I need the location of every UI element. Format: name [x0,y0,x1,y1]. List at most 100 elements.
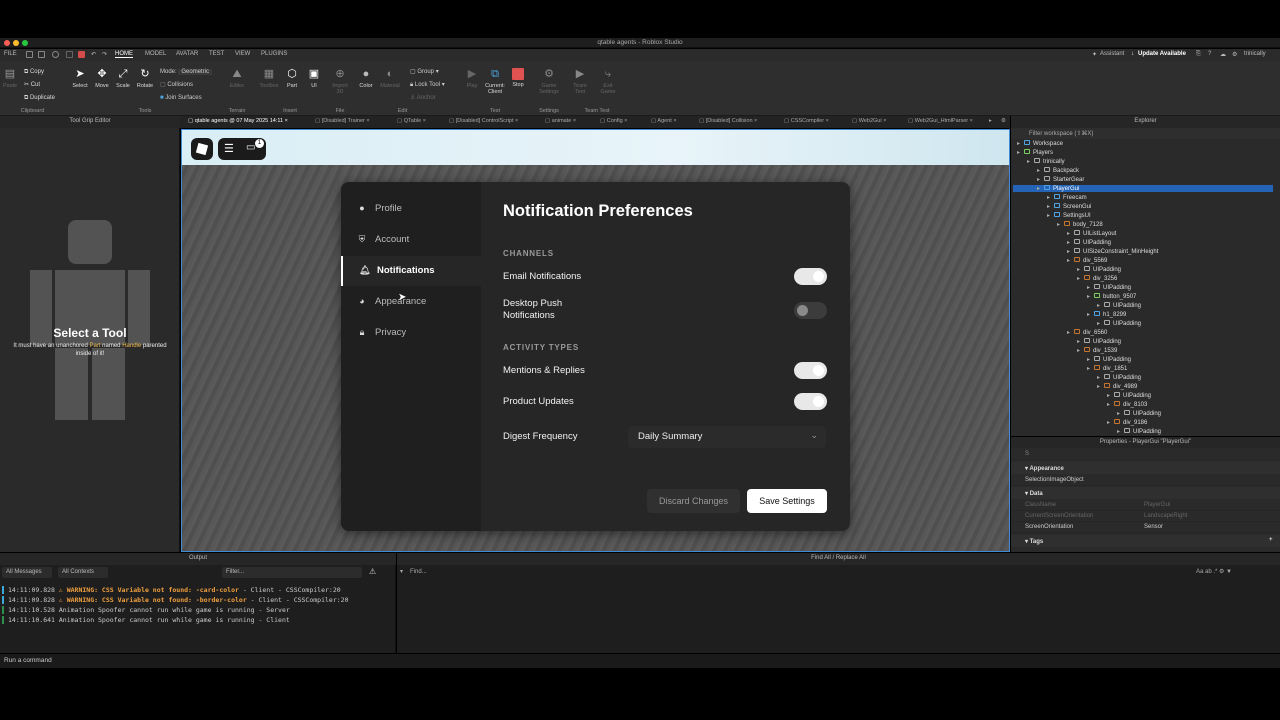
tab-scroll-right-icon[interactable]: ▸ [989,118,992,124]
user-name[interactable]: trinically [1244,51,1266,57]
expand-arrow-icon[interactable]: ▸ [1067,329,1074,336]
tab-qtable-agents[interactable]: ▢ qtable agents @ 07 May 2025 14:11 × [188,118,288,124]
stop-icon[interactable] [66,51,73,58]
part-button[interactable]: ⬡ Part [282,68,302,89]
props-group-tags[interactable]: ▾ Tags + [1011,535,1280,547]
current-client-button[interactable]: ⧉ Current: Client [482,68,508,95]
expand-arrow-icon[interactable]: ▸ [1017,149,1024,156]
expand-arrow-icon[interactable]: ▸ [1087,365,1094,372]
tab-agent[interactable]: ▢ Agent × [651,118,677,124]
nav-privacy[interactable]: 🔒︎ Privacy [341,318,481,348]
expand-arrow-icon[interactable]: ▸ [1037,185,1044,192]
cloud-icon[interactable]: ☁ [1220,51,1226,58]
digest-frequency-select[interactable]: Daily Summary ⌄ [628,426,826,448]
explorer-item[interactable]: ▸ div_5569 [1013,257,1273,264]
refresh-icon[interactable] [52,51,59,58]
redo-icon[interactable]: ↷ [102,51,107,58]
toolbox-button[interactable]: ▦ Toolbox [257,68,281,89]
props-group-appearance[interactable]: ▾ Appearance [1011,462,1280,474]
props-group-data[interactable]: ▾ Data [1011,487,1280,499]
explorer-filter-input[interactable]: Filter workspace (⇧⌘X) [1011,128,1280,139]
copy-button[interactable]: ⧉ Copy [24,66,55,79]
explorer-item[interactable]: ▸ UIPadding [1013,356,1273,363]
expand-arrow-icon[interactable]: ▸ [1047,194,1054,201]
expand-arrow-icon[interactable]: ▸ [1017,140,1024,147]
expand-replace-icon[interactable]: ▾ [400,568,403,575]
find-options-icons[interactable]: Aa ab .* ⚙ ▼ [1196,568,1232,575]
tab-qtable[interactable]: ▢ QTable × [397,118,426,124]
explorer-item[interactable]: ▸ UIPadding [1013,410,1273,417]
explorer-item[interactable]: ▸ body_7128 [1013,221,1273,228]
terrain-editor-button[interactable]: ⛰ Editor [226,68,248,89]
tab-web2gui-htmlparser[interactable]: ▢ Web2Gui_HtmlParser × [908,118,973,124]
command-bar-input[interactable]: Run a command [0,654,1280,668]
tab-web2gui[interactable]: ▢ Web2Gui × [852,118,886,124]
explorer-item[interactable]: ▸ ScreenGui [1013,203,1273,210]
find-input[interactable]: Find... [410,567,1190,578]
expand-arrow-icon[interactable]: ▸ [1037,176,1044,183]
play-button[interactable]: ▶ Play [462,68,482,89]
expand-arrow-icon[interactable]: ▸ [1097,374,1104,381]
expand-arrow-icon[interactable]: ▸ [1067,239,1074,246]
anchor-button[interactable]: ⚓︎ Anchor [410,92,445,105]
move-tool-button[interactable]: ✥ Move [92,68,112,89]
menu-plugins[interactable]: PLUGINS [261,51,287,57]
expand-arrow-icon[interactable]: ▸ [1067,230,1074,237]
new-file-icon[interactable] [26,51,33,58]
expand-arrow-icon[interactable]: ▸ [1117,428,1124,435]
explorer-item[interactable]: ▸ UIListLayout [1013,230,1273,237]
explorer-item[interactable]: ▸ StarterGear [1013,176,1273,183]
menu-model[interactable]: MODEL [145,51,166,57]
lock-tool-button[interactable]: 🔒︎ Lock Tool ▾ [410,79,445,92]
product-updates-toggle[interactable] [794,393,827,410]
explorer-item[interactable]: ▸ Players [1013,149,1273,156]
tab-animate[interactable]: ▢ animate × [545,118,576,124]
desktop-push-toggle[interactable] [794,302,827,319]
expand-arrow-icon[interactable]: ▸ [1037,167,1044,174]
undo-icon[interactable]: ↶ [91,51,96,58]
assistant-icon[interactable]: ✦ [1092,51,1097,58]
all-contexts-dropdown[interactable]: All Contexts [58,567,108,578]
explorer-item[interactable]: ▸ UISizeConstraint_MinHeight [1013,248,1273,255]
explorer-item[interactable]: ▸ button_9507 [1013,293,1273,300]
expand-arrow-icon[interactable]: ▸ [1047,203,1054,210]
exit-game-button[interactable]: ⤷ Exit Game [597,68,619,95]
expand-arrow-icon[interactable]: ▸ [1107,401,1114,408]
explorer-item[interactable]: ▸ Backpack [1013,167,1273,174]
collisions-toggle[interactable]: ▢ Collisions [160,79,212,92]
clear-output-icon[interactable]: ⚠ [369,567,376,576]
menu-view[interactable]: VIEW [235,51,250,57]
menu-test[interactable]: TEST [209,51,224,57]
explorer-item[interactable]: ▸ Freecam [1013,194,1273,201]
roblox-menu-button[interactable] [191,138,213,160]
explorer-item[interactable]: ▸ UIPadding [1013,392,1273,399]
update-available-button[interactable]: Update Available [1138,51,1186,57]
explorer-item[interactable]: ▸ div_1539 [1013,347,1273,354]
select-tool-button[interactable]: ➤ Select [70,68,90,89]
menu-home[interactable]: HOME [115,51,133,58]
join-surfaces-toggle[interactable]: ■ Join Surfaces [160,92,212,105]
expand-arrow-icon[interactable]: ▸ [1097,302,1104,309]
expand-arrow-icon[interactable]: ▸ [1107,392,1114,399]
menu-avatar[interactable]: AVATAR [176,51,198,57]
import-3d-button[interactable]: ⊕ Import 3D [329,68,351,95]
ui-button[interactable]: ▣ UI [304,68,324,89]
expand-arrow-icon[interactable]: ▸ [1097,383,1104,390]
expand-arrow-icon[interactable]: ▸ [1077,266,1084,273]
game-settings-button[interactable]: ⚙ Game Settings [537,68,561,95]
expand-arrow-icon[interactable]: ▸ [1087,356,1094,363]
tab-collision[interactable]: ▢ [Disabled] Collision × [699,118,757,124]
expand-arrow-icon[interactable]: ▸ [1087,293,1094,300]
expand-arrow-icon[interactable]: ▸ [1117,410,1124,417]
explorer-item[interactable]: ▸ div_1851 [1013,365,1273,372]
assistant-button[interactable]: Assistant [1100,51,1124,57]
help-icon[interactable]: ? [1208,51,1211,57]
share-icon[interactable]: ⎘ [1196,51,1201,58]
explorer-item[interactable]: ▸ UIPadding [1013,266,1273,273]
expand-arrow-icon[interactable]: ▸ [1107,419,1114,426]
expand-arrow-icon[interactable]: ▸ [1027,158,1034,165]
nav-profile[interactable]: ● Profile [341,194,481,224]
stop-button[interactable]: Stop [509,68,527,88]
explorer-item[interactable]: ▸ UIPadding [1013,374,1273,381]
expand-arrow-icon[interactable]: ▸ [1077,275,1084,282]
